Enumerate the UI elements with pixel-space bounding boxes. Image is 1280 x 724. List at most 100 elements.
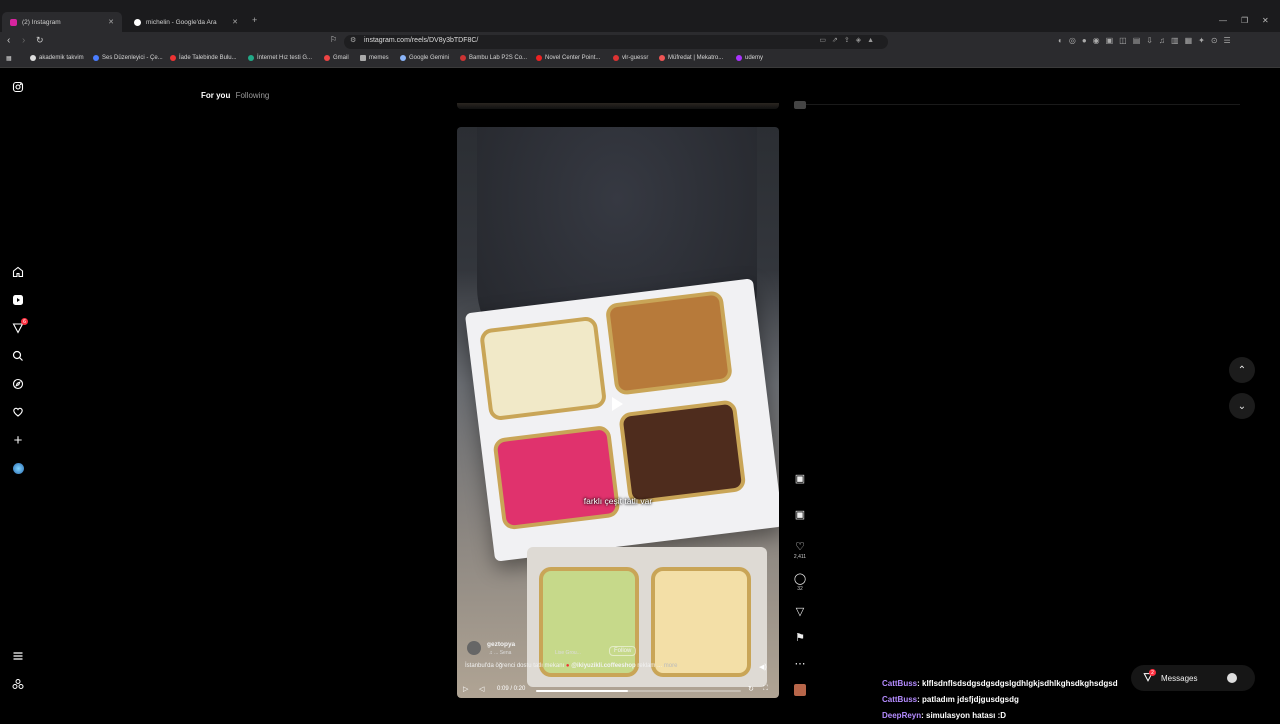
bookmark-item[interactable]: vlr-guessr [613, 55, 648, 61]
search-icon[interactable] [8, 346, 28, 366]
bookmark-item[interactable]: İnternet Hız testi G... [248, 55, 312, 61]
restore-icon[interactable]: ❐ [1241, 16, 1248, 25]
tab-title: (2) Instagram [22, 18, 61, 26]
save-icon[interactable]: ⚑ [790, 631, 810, 644]
tab-for-you[interactable]: For you [201, 91, 230, 100]
previous-reel-avatar [794, 101, 806, 109]
audio-label-2: Lise Grou... [555, 650, 581, 656]
close-tab-icon[interactable]: ✕ [108, 18, 114, 26]
video-controls: ▷ ◁ 0:09 / 0:20 ↻ ⛶ [457, 683, 779, 698]
feed-tabs: For you Following [201, 91, 269, 100]
follow-button[interactable]: Follow [609, 646, 637, 656]
bookmark-item[interactable]: Müfredat | Mekatro... [659, 55, 723, 61]
divider [800, 104, 1240, 105]
progress-fill [536, 690, 629, 692]
messages-nav-icon[interactable]: 6 [8, 318, 28, 338]
site-info-icon[interactable]: ⚙ [350, 36, 356, 44]
chat-message: DeepReyn: simulasyon hatası :D [882, 711, 1007, 720]
google-favicon-icon [134, 18, 141, 26]
play-pause-icon[interactable]: ▷ [463, 685, 468, 693]
forward-icon[interactable]: › [22, 35, 25, 46]
fullscreen-icon[interactable]: ⛶ [763, 685, 768, 693]
explore-icon[interactable] [8, 374, 28, 394]
mute-icon[interactable]: ◀) [759, 663, 767, 671]
bookmark-item[interactable]: Google Gemini [400, 55, 449, 61]
bookmark-item[interactable]: Gmail [324, 55, 349, 61]
audio-label: ♫ ... Sena [489, 650, 512, 656]
address-bar[interactable]: ⚙ instagram.com/reels/DV8y3bTDF8C/ ▭⇗⇪◈▲ [344, 35, 888, 49]
bookmark-item[interactable]: Ses Düzenleyici - Çe... [93, 55, 163, 61]
bookmark-page-icon[interactable]: ⚐ [330, 35, 337, 44]
more-menu-icon[interactable] [8, 646, 28, 666]
address-bar-icons: ▭⇗⇪◈▲ [819, 37, 880, 44]
tab-following[interactable]: Following [236, 91, 270, 100]
bookmark-item[interactable]: memes [360, 55, 389, 61]
more-options-icon[interactable]: ⋯ [790, 657, 810, 670]
tab-instagram[interactable]: (2) Instagram ✕ [2, 12, 122, 32]
comment-count: 32 [797, 586, 803, 592]
like-button[interactable]: ♡ 2,411 [790, 540, 810, 560]
meta-apps-icon[interactable] [8, 674, 28, 694]
notifications-heart-icon[interactable] [8, 402, 28, 422]
next-reel-button[interactable]: ⌄ [1229, 393, 1255, 419]
time-display: 0:09 / 0:20 [497, 686, 526, 692]
mention-link[interactable]: @ikiyuzikli.coffeeshop [571, 663, 636, 669]
browser-titlebar: (2) Instagram ✕ michelin - Google'da Ara… [0, 0, 1280, 32]
bookmarks-bar: ▦ akademik takvim Ses Düzenleyici - Çe..… [0, 52, 1280, 68]
comment-button[interactable]: ◯ 32 [790, 572, 810, 592]
reels-icon[interactable] [8, 290, 28, 310]
instagram-favicon-icon [10, 18, 17, 26]
bookmark-item[interactable]: akademik takvim [30, 55, 84, 61]
previous-reel-button[interactable]: ⌃ [1229, 357, 1255, 383]
bookmark-item[interactable]: Novel Center Point... [536, 55, 600, 61]
create-plus-icon[interactable]: + [8, 430, 28, 450]
messages-badge: 2 [1149, 669, 1156, 676]
extension-icons[interactable]: ◐◎●◉▣◫▤⇩♫▥▦✦⊙☰ [1058, 36, 1237, 45]
reel-description: İstanbul'da öğrenci dostu tatlı mekanı ●… [465, 663, 678, 669]
chat-message: CattBuss: patladım jdsfjdjgusdgsdg [882, 695, 1019, 704]
instagram-logo-icon[interactable] [8, 77, 28, 97]
chat-message: CattBuss: klflsdnflsdsdgsdgsdgslgdhlgkjs… [882, 679, 1118, 688]
author-username[interactable]: geztopya [487, 641, 515, 648]
minimize-icon[interactable]: — [1219, 16, 1227, 25]
direct-icon: 2 [1143, 669, 1156, 684]
conversation-avatar [1227, 673, 1237, 683]
share-icon[interactable]: ▽ [790, 605, 810, 618]
instagram-page: 6 + For you Following farklı çeşit tatlı… [0, 69, 1280, 720]
remix-icon[interactable]: ▣ [790, 508, 810, 521]
messages-label: Messages [1161, 673, 1198, 683]
author-avatar[interactable] [467, 641, 481, 655]
url-text: instagram.com/reels/DV8y3bTDF8C/ [364, 37, 479, 44]
volume-icon[interactable]: ◁ [479, 685, 484, 693]
audio-thumbnail[interactable] [790, 683, 810, 701]
heart-icon: ♡ [795, 541, 805, 553]
close-window-icon[interactable]: ✕ [1262, 16, 1269, 25]
tab-google-search[interactable]: michelin - Google'da Ara ✕ [126, 13, 246, 31]
messages-button[interactable]: 2 Messages [1131, 665, 1255, 691]
more-link[interactable]: more [664, 663, 678, 669]
bookmark-item[interactable]: Bambu Lab P2S Co... [460, 55, 527, 61]
notification-badge: 6 [21, 318, 28, 325]
comment-icon: ◯ [793, 573, 807, 585]
stream-chat-overlay: CattBuss: klflsdnflsdsdgsdgsdgslgdhlgkjs… [882, 676, 1118, 724]
reload-icon[interactable]: ↻ [36, 35, 44, 46]
video-frame-dessert-box [464, 278, 779, 562]
new-tab-button[interactable]: + [252, 15, 257, 25]
reel-video[interactable]: farklı çeşit tatlı var geztopya ♫ ... Se… [457, 127, 779, 698]
bookmark-item[interactable]: udemy [736, 55, 763, 61]
loop-icon[interactable]: ↻ [748, 685, 754, 693]
bookmark-item[interactable]: İade Talebinde Bulu... [170, 55, 237, 61]
video-caption: farklı çeşit tatlı var [583, 496, 653, 506]
like-count: 2,411 [793, 554, 807, 560]
apps-icon[interactable]: ▦ [6, 55, 12, 62]
close-tab-icon[interactable]: ✕ [232, 18, 238, 26]
create-with-template-icon[interactable]: ▣ [790, 472, 810, 485]
browser-navbar: ‹ › ↻ ⚐ ⚙ instagram.com/reels/DV8y3bTDF8… [0, 32, 1280, 52]
progress-bar[interactable] [536, 690, 741, 692]
back-icon[interactable]: ‹ [7, 35, 10, 46]
profile-avatar[interactable] [8, 458, 28, 478]
home-icon[interactable] [8, 262, 28, 282]
tab-title: michelin - Google'da Ara [146, 18, 217, 26]
play-overlay-icon[interactable] [612, 397, 623, 411]
previous-reel-edge [457, 103, 779, 109]
